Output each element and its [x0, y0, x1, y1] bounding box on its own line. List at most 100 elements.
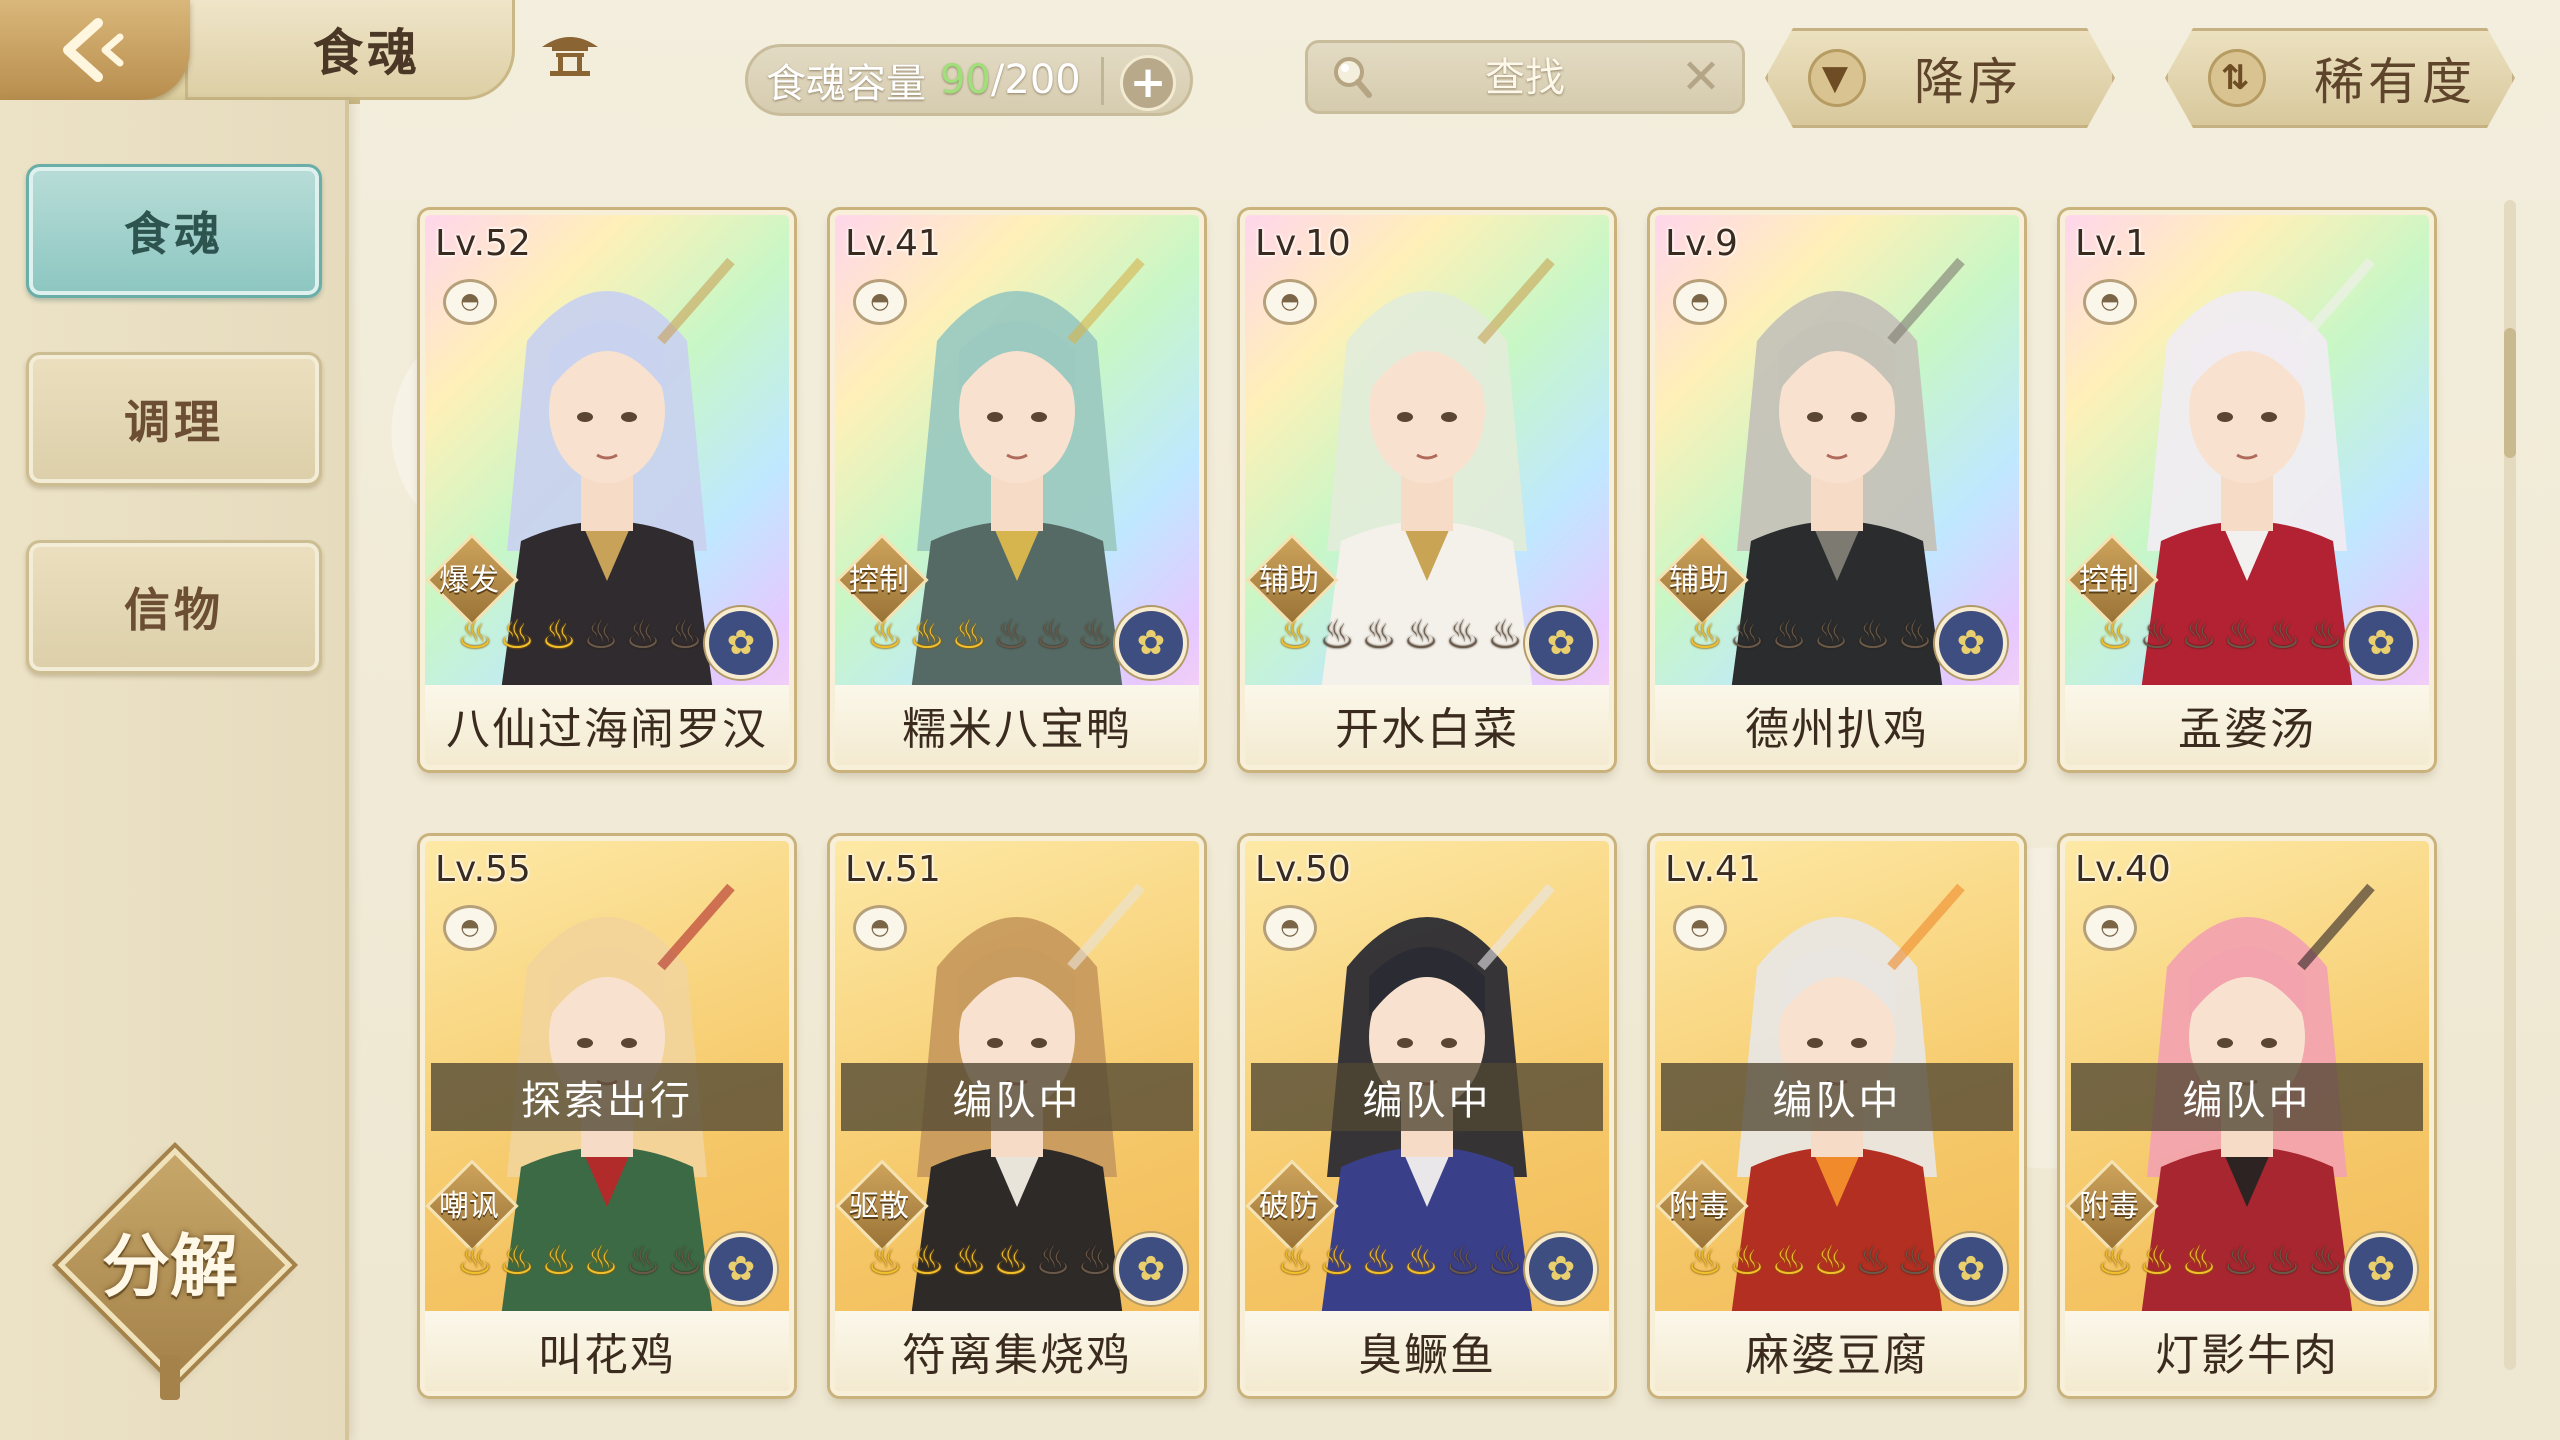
star-rating: ♨ ♨ ♨ ♨ ♨ ♨	[455, 1239, 705, 1287]
back-arrow-icon	[63, 18, 124, 82]
flame-star-empty-icon: ♨	[625, 1238, 661, 1284]
food-soul-card[interactable]: Lv.55 ◓ 探索出行 嘲讽 ♨ ♨ ♨ ♨ ♨ ♨ ✿ 叫花鸡	[420, 836, 794, 1396]
food-soul-name: 臭鳜鱼	[1245, 1311, 1609, 1391]
search-input[interactable]	[1398, 49, 1652, 107]
sidebar-tab-label: 食魂	[124, 207, 224, 261]
sidebar-tab-tokens[interactable]: 信物	[26, 540, 322, 674]
role-badge: 嘲讽	[425, 1159, 519, 1253]
flame-star-filled-icon: ♨	[499, 1238, 535, 1284]
food-soul-card[interactable]: Lv.41 ◓ 控制 ♨ ♨ ♨ ♨ ♨ ♨ ✿ 糯米八宝鸭	[830, 210, 1204, 770]
flame-star-empty-icon: ♨	[1487, 612, 1523, 658]
role-badge: 驱散	[835, 1159, 929, 1253]
food-soul-name: 开水白菜	[1245, 685, 1609, 765]
food-soul-card[interactable]: Lv.10 ◓ 辅助 ♨ ♨ ♨ ♨ ♨ ♨ ✿ 开水白菜	[1240, 210, 1614, 770]
flame-star-empty-icon: ♨	[1077, 1238, 1113, 1284]
flame-star-empty-icon: ♨	[1035, 1238, 1071, 1284]
food-soul-card[interactable]: Lv.50 ◓ 编队中 破防 ♨ ♨ ♨ ♨ ♨ ♨ ✿ 臭鳜鱼	[1240, 836, 1614, 1396]
flame-star-empty-icon: ♨	[2139, 612, 2175, 658]
sort-order-label: 降序	[1914, 53, 2022, 111]
flame-star-filled-icon: ♨	[1687, 612, 1723, 658]
clear-search-icon[interactable]: ✕	[1674, 49, 1728, 105]
flame-star-empty-icon: ♨	[1361, 612, 1397, 658]
role-label: 辅助	[1259, 563, 1319, 598]
element-flower-icon: ✿	[705, 607, 777, 679]
level-label: Lv.10	[1255, 223, 1351, 264]
flame-star-empty-icon: ♨	[2307, 1238, 2343, 1284]
element-flower-icon: ✿	[1525, 607, 1597, 679]
flame-star-filled-icon: ♨	[951, 612, 987, 658]
scrollbar[interactable]	[2504, 200, 2516, 1370]
food-soul-card[interactable]: Lv.41 ◓ 编队中 附毒 ♨ ♨ ♨ ♨ ♨ ♨ ✿ 麻婆豆腐	[1650, 836, 2024, 1396]
flame-star-empty-icon: ♨	[1487, 1238, 1523, 1284]
scrollbar-thumb[interactable]	[2504, 328, 2516, 458]
food-soul-card[interactable]: Lv.51 ◓ 编队中 驱散 ♨ ♨ ♨ ♨ ♨ ♨ ✿ 符离集烧鸡	[830, 836, 1204, 1396]
bowl-icon: ◓	[1263, 279, 1317, 325]
flame-star-empty-icon: ♨	[1445, 612, 1481, 658]
swap-icon: ⇅	[2208, 49, 2266, 107]
food-soul-name: 灯影牛肉	[2065, 1311, 2429, 1391]
flame-star-empty-icon: ♨	[1771, 612, 1807, 658]
element-flower-icon: ✿	[1935, 1233, 2007, 1305]
flame-star-filled-icon: ♨	[2097, 612, 2133, 658]
element-flower-icon: ✿	[1115, 607, 1187, 679]
star-rating: ♨ ♨ ♨ ♨ ♨ ♨	[1685, 613, 1935, 661]
food-soul-card[interactable]: Lv.9 ◓ 辅助 ♨ ♨ ♨ ♨ ♨ ♨ ✿ 德州扒鸡	[1650, 210, 2024, 770]
status-banner: 编队中	[1251, 1063, 1603, 1131]
flame-star-filled-icon: ♨	[1729, 1238, 1765, 1284]
food-soul-name: 孟婆汤	[2065, 685, 2429, 765]
flame-star-empty-icon: ♨	[2223, 1238, 2259, 1284]
flame-star-empty-icon: ♨	[667, 1238, 703, 1284]
capacity-divider	[1101, 57, 1104, 105]
flame-star-filled-icon: ♨	[457, 612, 493, 658]
element-flower-icon: ✿	[1935, 607, 2007, 679]
pavilion-icon	[530, 22, 610, 82]
food-soul-card[interactable]: Lv.52 ◓ 爆发 ♨ ♨ ♨ ♨ ♨ ♨ ✿ 八仙过海闹罗汉	[420, 210, 794, 770]
flame-star-empty-icon: ♨	[2265, 612, 2301, 658]
flame-star-empty-icon: ♨	[1445, 1238, 1481, 1284]
bowl-icon: ◓	[443, 905, 497, 951]
back-button[interactable]	[0, 0, 190, 100]
star-rating: ♨ ♨ ♨ ♨ ♨ ♨	[1275, 613, 1525, 661]
food-soul-card[interactable]: Lv.1 ◓ 控制 ♨ ♨ ♨ ♨ ♨ ♨ ✿ 孟婆汤	[2060, 210, 2434, 770]
role-label: 附毒	[2079, 1189, 2139, 1224]
flame-star-empty-icon: ♨	[1403, 612, 1439, 658]
flame-star-empty-icon: ♨	[1855, 612, 1891, 658]
food-soul-name: 德州扒鸡	[1655, 685, 2019, 765]
flame-star-filled-icon: ♨	[1813, 1238, 1849, 1284]
flame-star-empty-icon: ♨	[1897, 612, 1933, 658]
sort-order-button[interactable]: ▼ 降序	[1765, 28, 2115, 128]
bowl-icon: ◓	[853, 279, 907, 325]
star-rating: ♨ ♨ ♨ ♨ ♨ ♨	[455, 613, 705, 661]
element-flower-icon: ✿	[705, 1233, 777, 1305]
star-rating: ♨ ♨ ♨ ♨ ♨ ♨	[2095, 1239, 2345, 1287]
status-banner: 探索出行	[431, 1063, 783, 1131]
sidebar-tab-conditioning[interactable]: 调理	[26, 352, 322, 486]
element-flower-icon: ✿	[1115, 1233, 1187, 1305]
flame-star-empty-icon: ♨	[1855, 1238, 1891, 1284]
flame-star-empty-icon: ♨	[667, 612, 703, 658]
flame-star-filled-icon: ♨	[1687, 1238, 1723, 1284]
star-rating: ♨ ♨ ♨ ♨ ♨ ♨	[2095, 613, 2345, 661]
flame-star-empty-icon: ♨	[1729, 612, 1765, 658]
role-label: 驱散	[849, 1189, 909, 1224]
sort-key-button[interactable]: ⇅ 稀有度	[2165, 28, 2515, 128]
status-banner: 编队中	[1661, 1063, 2013, 1131]
flame-star-filled-icon: ♨	[909, 1238, 945, 1284]
food-soul-name: 符离集烧鸡	[835, 1311, 1199, 1391]
status-banner: 编队中	[841, 1063, 1193, 1131]
flame-star-filled-icon: ♨	[867, 612, 903, 658]
capacity-max: /200	[990, 57, 1081, 103]
role-label: 附毒	[1669, 1189, 1729, 1224]
food-soul-card[interactable]: Lv.40 ◓ 编队中 附毒 ♨ ♨ ♨ ♨ ♨ ♨ ✿ 灯影牛肉	[2060, 836, 2434, 1396]
level-label: Lv.52	[435, 223, 531, 264]
level-label: Lv.40	[2075, 849, 2171, 890]
flame-star-filled-icon: ♨	[2139, 1238, 2175, 1284]
role-label: 嘲讽	[439, 1189, 499, 1224]
decompose-button[interactable]: 分解	[57, 1147, 293, 1400]
flame-star-filled-icon: ♨	[1277, 612, 1313, 658]
flame-star-empty-icon: ♨	[1813, 612, 1849, 658]
role-label: 控制	[849, 563, 909, 598]
sidebar-tab-food-souls[interactable]: 食魂	[26, 164, 322, 298]
add-capacity-button[interactable]: +	[1120, 55, 1176, 111]
level-label: Lv.9	[1665, 223, 1738, 264]
